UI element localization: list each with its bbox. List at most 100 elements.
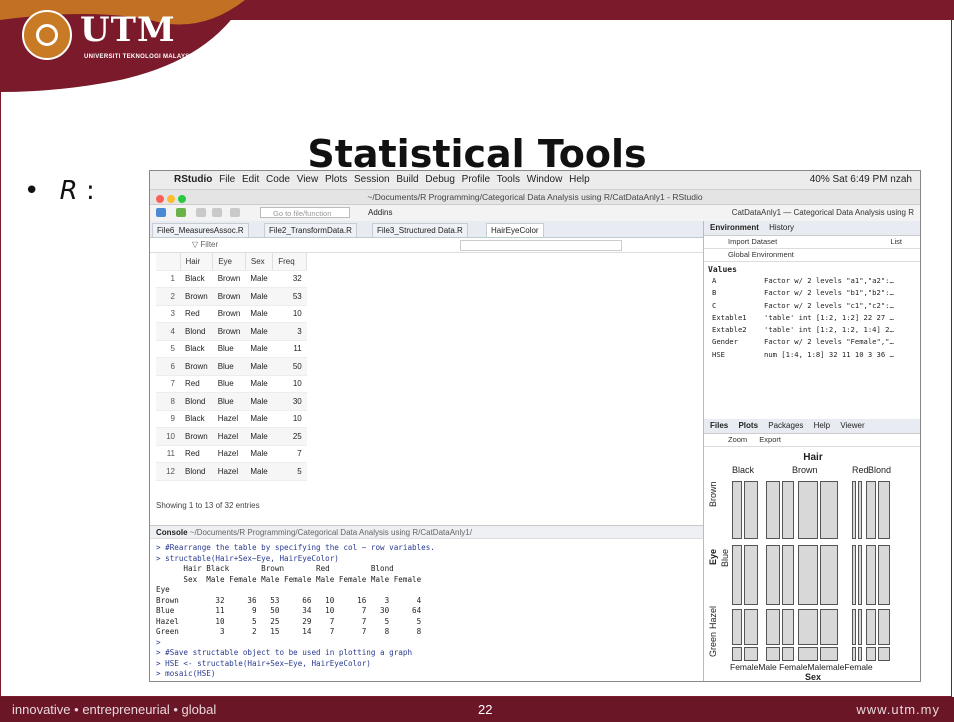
tab-files[interactable]: Files xyxy=(710,421,728,430)
new-project-icon[interactable] xyxy=(176,208,186,217)
env-value-row[interactable]: Extable2 'table' int [1:2, 1:2, 1:4] 2… xyxy=(704,324,920,336)
mosaic-tile xyxy=(858,545,862,605)
row-index: 1 xyxy=(156,270,180,288)
row-index: 8 xyxy=(156,392,180,411)
mosaic-tile xyxy=(766,481,780,539)
menu-plots[interactable]: Plots xyxy=(325,174,347,185)
cell-hair: Black xyxy=(180,340,213,358)
row-index: 9 xyxy=(156,410,180,428)
row-index: 12 xyxy=(156,462,180,481)
cell-freq: 3 xyxy=(272,322,307,341)
env-toolbar: Import Dataset List xyxy=(704,236,920,249)
list-view-button[interactable]: List xyxy=(890,236,902,248)
console-line: Green 3 2 15 14 7 7 8 8 xyxy=(156,627,422,636)
tab-file2[interactable]: File2_TransformData.R xyxy=(264,223,357,237)
showing-entries: Showing 1 to 13 of 32 entries xyxy=(156,501,260,510)
cell-sex: Male xyxy=(245,322,273,341)
mosaic-tile xyxy=(744,545,758,605)
cell-sex: Male xyxy=(245,375,273,393)
zoom-button[interactable]: Zoom xyxy=(728,435,747,444)
env-value-row[interactable]: B Factor w/ 2 levels "b1","b2":… xyxy=(704,287,920,299)
env-value-row[interactable]: C Factor w/ 2 levels "c1","c2":… xyxy=(704,300,920,312)
filter-button[interactable]: ▽ Filter xyxy=(192,240,218,249)
open-file-icon[interactable] xyxy=(196,208,206,217)
env-scope-bar: Global Environment xyxy=(704,249,920,262)
tab-plots[interactable]: Plots xyxy=(738,421,758,430)
save-icon[interactable] xyxy=(212,208,222,217)
env-value-row[interactable]: Extable1 'table' int [1:2, 1:2] 22 27 … xyxy=(704,312,920,324)
mosaic-sex-levels: FemaleMale FemaleMalemaleFemale xyxy=(730,662,873,672)
row-index: 10 xyxy=(156,427,180,446)
minimize-window-icon[interactable] xyxy=(167,195,175,203)
env-value-row[interactable]: HSE num [1:4, 1:8] 32 11 10 3 36 … xyxy=(704,349,920,361)
zoom-window-icon[interactable] xyxy=(178,195,186,203)
goto-file-input[interactable]: Go to file/function xyxy=(260,207,350,218)
menu-build[interactable]: Build xyxy=(396,174,418,185)
tab-viewer[interactable]: Viewer xyxy=(840,421,864,430)
menu-app[interactable]: RStudio xyxy=(174,174,212,185)
tab-environment[interactable]: Environment xyxy=(710,223,759,232)
cell-hair: Red xyxy=(180,445,213,463)
tab-haireyecolor[interactable]: HairEyeColor xyxy=(486,223,544,237)
col-eye[interactable]: Eye xyxy=(212,253,246,271)
console-line: > #Rearrange the table by specifying the… xyxy=(156,543,435,552)
menu-tools[interactable]: Tools xyxy=(497,174,520,185)
print-icon[interactable] xyxy=(230,208,240,217)
console-line: > #Save structable object to be used in … xyxy=(156,648,413,657)
mosaic-sex-title: Sex xyxy=(804,672,821,682)
menu-window[interactable]: Window xyxy=(527,174,563,185)
data-search-input[interactable] xyxy=(460,240,622,251)
cell-hair: Red xyxy=(180,375,213,393)
env-var-name: Gender xyxy=(712,337,738,347)
close-window-icon[interactable] xyxy=(156,195,164,203)
menu-file[interactable]: File xyxy=(219,174,235,185)
tab-packages[interactable]: Packages xyxy=(768,421,803,430)
tab-file6[interactable]: File6_MeasuresAssoc.R xyxy=(152,223,249,237)
console-output[interactable]: > #Rearrange the table by specifying the… xyxy=(156,543,435,681)
tab-history[interactable]: History xyxy=(769,223,794,232)
table-header: Hair Eye Sex Freq xyxy=(156,253,308,271)
cell-freq: 25 xyxy=(272,427,307,446)
row-index: 3 xyxy=(156,305,180,323)
menu-session[interactable]: Session xyxy=(354,174,390,185)
mosaic-tile xyxy=(782,545,794,605)
plots-toolbar: Zoom Export xyxy=(704,434,920,447)
menu-code[interactable]: Code xyxy=(266,174,290,185)
env-var-name: HSE xyxy=(712,349,725,359)
mosaic-tile xyxy=(798,481,818,539)
mosaic-tile xyxy=(798,647,818,661)
bullet-dot-icon: • xyxy=(24,176,40,206)
mosaic-tile xyxy=(744,481,758,539)
col-hair[interactable]: Hair xyxy=(180,253,214,271)
menu-help[interactable]: Help xyxy=(569,174,590,185)
console-path: ~/Documents/R Programming/Categorical Da… xyxy=(189,528,472,537)
cell-sex: Male xyxy=(245,462,273,481)
col-freq[interactable]: Freq xyxy=(272,253,308,271)
env-value-row[interactable]: A Factor w/ 2 levels "a1","a2":… xyxy=(704,275,920,287)
global-env-dropdown[interactable]: Global Environment xyxy=(728,250,794,259)
menu-view[interactable]: View xyxy=(297,174,319,185)
mosaic-eye-title: Eye xyxy=(708,548,718,565)
project-menu[interactable]: CatDataAnly1 — Categorical Data Analysis… xyxy=(732,208,914,217)
mosaic-eye-brown: Brown xyxy=(708,481,718,507)
table-row: 6 Brown Blue Male 50 xyxy=(156,357,307,376)
tab-file3[interactable]: File3_Structured Data.R xyxy=(372,223,468,237)
col-sex[interactable]: Sex xyxy=(245,253,274,271)
console-line: > structable(Hair+Sex~Eye, HairEyeColor) xyxy=(156,553,339,563)
bullet-r: • R : xyxy=(24,176,95,206)
addins-menu[interactable]: Addins xyxy=(368,208,392,217)
env-var-value: Factor w/ 2 levels "Female","… xyxy=(764,337,894,347)
menu-debug[interactable]: Debug xyxy=(425,174,454,185)
env-var-value: Factor w/ 2 levels "c1","c2":… xyxy=(764,300,894,310)
tab-help[interactable]: Help xyxy=(814,421,830,430)
new-file-icon[interactable] xyxy=(156,208,166,217)
console-line: Sex Male Female Male Female Male Female … xyxy=(156,574,422,584)
menu-profile[interactable]: Profile xyxy=(462,174,490,185)
mosaic-tile xyxy=(732,647,742,661)
menu-edit[interactable]: Edit xyxy=(242,174,259,185)
import-dataset-button[interactable]: Import Dataset xyxy=(728,237,777,246)
env-var-name: C xyxy=(712,300,717,310)
export-button[interactable]: Export xyxy=(759,435,781,444)
table-row: 5 Black Blue Male 11 xyxy=(156,340,307,358)
env-value-row[interactable]: Gender Factor w/ 2 levels "Female","… xyxy=(704,336,920,348)
